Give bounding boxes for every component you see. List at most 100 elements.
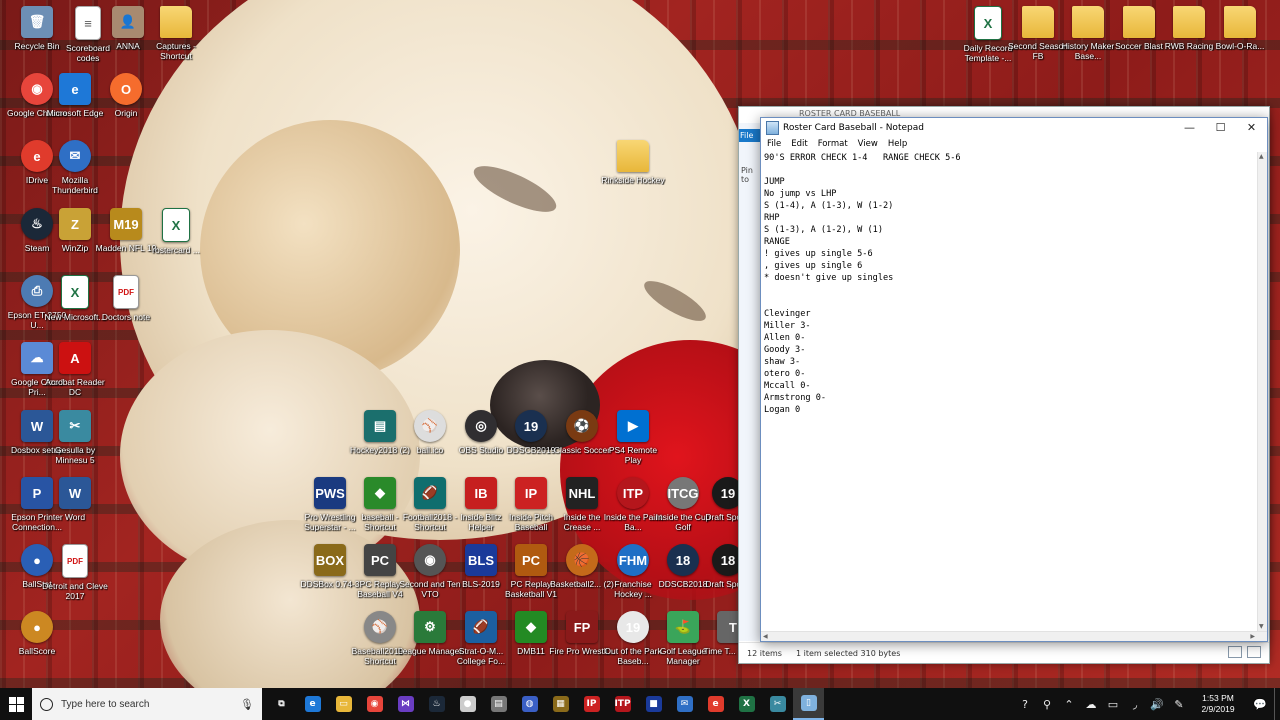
taskbar-app-16[interactable]: ✂ (762, 688, 793, 720)
desktop-icon[interactable]: Rinkside Hockey (600, 140, 666, 185)
desktop-icon-glyph: ⚙ (414, 611, 446, 643)
taskbar: Type here to search 🎙 ⧉ e ▭ ◉ ⋈ ♨ ● ▤ ◍ ▦ IP ITP ■ ✉ e… (0, 688, 1280, 720)
taskbar-app-12[interactable]: ■ (638, 688, 669, 720)
desktop-icon[interactable]: ● BallScore (4, 611, 70, 656)
desktop-icon[interactable]: O Origin (93, 73, 159, 118)
desktop-icon[interactable]: ▶ PS4 Remote Play (600, 410, 666, 465)
taskbar-task-view[interactable]: ⧉ (266, 688, 297, 720)
details-view-icon[interactable] (1228, 646, 1243, 658)
tray-icon[interactable]: ? (1014, 688, 1036, 720)
desktop-icon-label: rostercard ... (152, 245, 200, 255)
desktop-icon[interactable]: ✂ Gesulla by Minnesu 5 (42, 410, 108, 465)
desktop-icon[interactable]: Xrostercard ... (143, 208, 209, 255)
desktop-icon-glyph: 👤 (112, 6, 144, 38)
text-line: Mccall 0- (764, 381, 811, 391)
menu-format[interactable]: Format (818, 139, 848, 149)
taskbar-chrome[interactable]: ◉ (359, 688, 390, 720)
action-center-icon[interactable]: 💬 (1246, 698, 1274, 711)
text-line: * doesn't give up singles (764, 273, 894, 283)
menu-edit[interactable]: Edit (791, 139, 807, 149)
desktop-icon[interactable]: A Acrobat Reader DC (42, 342, 108, 397)
desktop-icon[interactable]: PDF Detroit and Cleve 2017 (42, 544, 108, 601)
taskbar-ball[interactable]: ● (452, 688, 483, 720)
taskbar-steam[interactable]: ♨ (421, 688, 452, 720)
maximize-button[interactable]: ☐ (1205, 118, 1236, 137)
text-line: Clevinger (764, 309, 811, 319)
task-view-icon: ⧉ (278, 699, 285, 709)
desktop-icon-glyph: 🏈 (414, 477, 446, 509)
text-line: Armstrong 0- (764, 393, 827, 403)
taskbar-edge[interactable]: e (297, 688, 328, 720)
horizontal-scrollbar[interactable]: ◀ ▶ (761, 631, 1267, 641)
desktop-icon[interactable]: Bowl-O-Ra... (1207, 6, 1273, 51)
text-line: S (1-3), A (1-2), W (1) (764, 225, 883, 235)
minimize-button[interactable]: — (1174, 118, 1205, 137)
show-desktop-button[interactable] (1274, 688, 1280, 720)
text-line: Goody 3- (764, 345, 806, 355)
desktop-icon-glyph: ⛳ (667, 611, 699, 643)
explorer-file-tab[interactable]: File (739, 129, 761, 142)
taskbar-app-9[interactable]: ▦ (545, 688, 576, 720)
desktop-icon-glyph: ✂ (59, 410, 91, 442)
excel-icon: X (738, 696, 755, 712)
search-placeholder: Type here to search (61, 698, 150, 710)
desktop-icon-label: Mozilla Thunderbird (52, 175, 98, 195)
tray-icon[interactable]: ⚲ (1036, 688, 1058, 720)
notepad-window[interactable]: Roster Card Baseball - Notepad — ☐ ✕ Fil… (760, 117, 1268, 642)
desktop-icon-glyph: Z (59, 208, 91, 240)
menu-help[interactable]: Help (888, 139, 907, 149)
desktop-icon-label: Word (64, 512, 86, 522)
text-line: otero 0- (764, 369, 806, 379)
start-button[interactable] (0, 688, 32, 720)
taskbar-app-10[interactable]: IP (576, 688, 607, 720)
desktop-icon[interactable]: Captures - Shortcut (143, 6, 209, 61)
tray-icon[interactable]: ▭ (1102, 688, 1124, 720)
tray-icon[interactable]: ✎ (1168, 688, 1190, 720)
tray-icon[interactable]: ⌃ (1058, 688, 1080, 720)
taskbar-search-box[interactable]: Type here to search 🎙 (32, 688, 262, 720)
desktop-icon-glyph: ● (21, 611, 53, 643)
tray-icon[interactable]: ☁ (1080, 688, 1102, 720)
notepad-text-area[interactable]: 90'S ERROR CHECK 1-4 RANGE CHECK 5-6 JUMP… (764, 152, 1257, 631)
desktop-icon-glyph: 19 (617, 611, 649, 643)
desktop-icon-glyph (1123, 6, 1155, 38)
vertical-scrollbar[interactable]: ▲ ▼ (1257, 152, 1267, 631)
desktop-icon[interactable]: ✉ Mozilla Thunderbird (42, 140, 108, 195)
taskbar-app-11[interactable]: ITP (607, 688, 638, 720)
desktop-icon-glyph: M19 (110, 208, 142, 240)
desktop-icon-glyph: O (110, 73, 142, 105)
taskbar-app-8[interactable]: ◍ (514, 688, 545, 720)
scroll-down-icon[interactable]: ▼ (1259, 623, 1264, 630)
scroll-right-icon[interactable]: ▶ (1250, 633, 1255, 640)
text-line: 90'S ERROR CHECK 1-4 RANGE CHECK 5-6 (764, 153, 961, 163)
microphone-icon[interactable]: 🎙 (240, 698, 254, 711)
tray-icon[interactable]: 🔊 (1146, 688, 1168, 720)
notepad-titlebar[interactable]: Roster Card Baseball - Notepad — ☐ ✕ (761, 118, 1267, 137)
taskbar-file-explorer[interactable]: ▭ (328, 688, 359, 720)
taskbar-app-14[interactable]: e (700, 688, 731, 720)
taskbar-notepad[interactable]: ▯ (793, 688, 824, 720)
scroll-left-icon[interactable]: ◀ (763, 633, 768, 640)
clock[interactable]: 1:53 PM 2/9/2019 (1190, 693, 1246, 715)
desktop-icon-glyph: BOX (314, 544, 346, 576)
scroll-up-icon[interactable]: ▲ (1259, 153, 1264, 160)
desktop-icon[interactable]: PDF Doctors note (93, 275, 159, 322)
ball-icon: ● (459, 696, 476, 712)
taskbar-app-7[interactable]: ▤ (483, 688, 514, 720)
desktop-icon-label: Captures - Shortcut (156, 41, 196, 61)
app-8-icon: ◍ (521, 696, 538, 712)
text-line: JUMP (764, 177, 785, 187)
desktop-icon-glyph: ⚽ (566, 410, 598, 442)
taskbar-visual-studio[interactable]: ⋈ (390, 688, 421, 720)
menu-view[interactable]: View (858, 139, 878, 149)
taskbar-app-13[interactable]: ✉ (669, 688, 700, 720)
clock-time: 1:53 PM (1202, 693, 1234, 703)
taskbar-excel[interactable]: X (731, 688, 762, 720)
desktop-icon[interactable]: W Word (42, 477, 108, 522)
menu-file[interactable]: File (767, 139, 781, 149)
desktop-icon-label: Doctors note (101, 312, 151, 322)
large-icons-view-icon[interactable] (1247, 646, 1261, 658)
desktop-icon-glyph: 19 (515, 410, 547, 442)
close-button[interactable]: ✕ (1236, 118, 1267, 137)
tray-icon[interactable]: ◞ (1124, 688, 1146, 720)
